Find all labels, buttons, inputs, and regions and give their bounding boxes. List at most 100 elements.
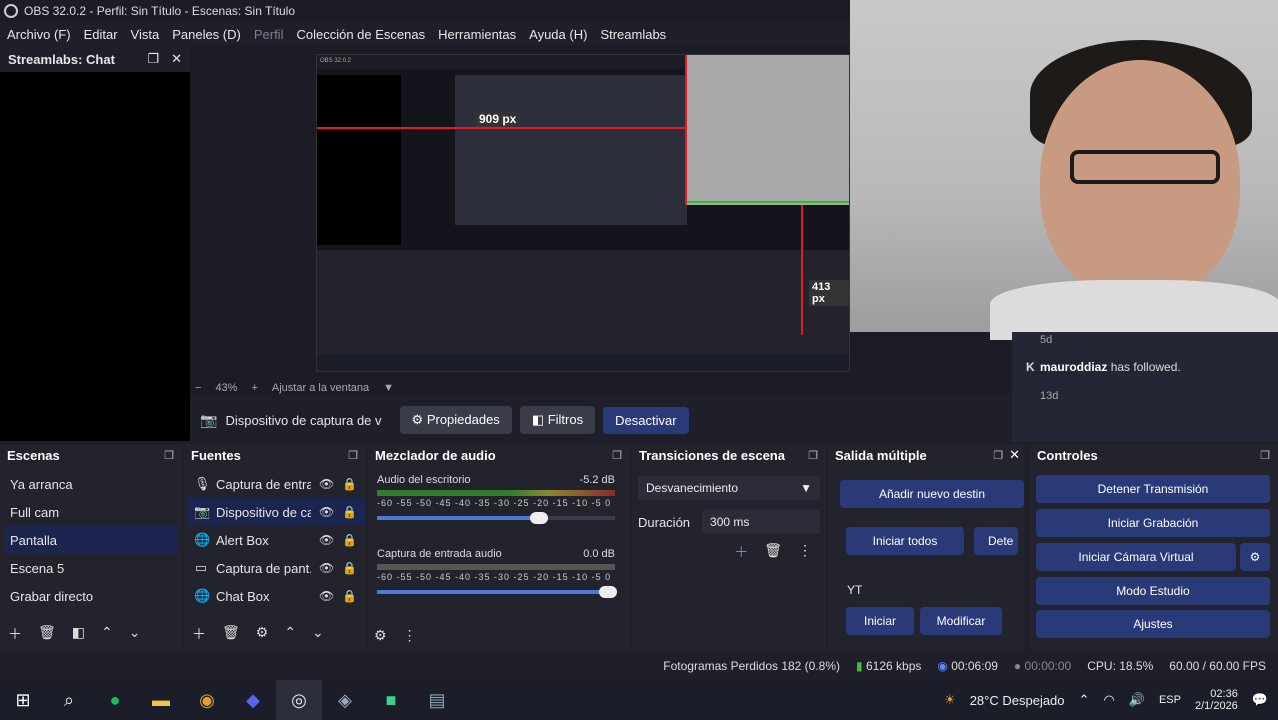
chevron-up-icon[interactable]: ⌃	[284, 624, 296, 644]
app-icon[interactable]: ■	[368, 680, 414, 720]
menu-perfil[interactable]: Perfil	[254, 27, 284, 42]
advanced-audio-icon[interactable]: ⚙	[374, 627, 387, 644]
filters-button[interactable]: ◧ Filtros	[519, 406, 596, 434]
settings-button[interactable]: Ajustes	[1036, 610, 1270, 638]
source-item[interactable]: 🎙 Captura de entra 👁 🔒	[188, 470, 366, 498]
steam-icon[interactable]: ◈	[322, 680, 368, 720]
filter-icon[interactable]: ◧	[72, 624, 85, 644]
properties-label: Propiedades	[426, 412, 500, 427]
eye-icon[interactable]: 👁	[319, 561, 334, 575]
stop-stream-button[interactable]: Detener Transmisión	[1036, 475, 1270, 503]
cpu-usage: CPU: 18.5%	[1087, 659, 1154, 673]
source-item[interactable]: 🌐 Alert Box 👁 🔒	[188, 526, 366, 554]
volume-slider[interactable]	[377, 586, 617, 598]
source-item-selected[interactable]: 📷 Dispositivo de ca 👁 🔒	[188, 498, 366, 526]
float-dock-icon[interactable]: ❐	[993, 449, 1003, 462]
scene-item[interactable]: Grabar directo	[0, 582, 182, 610]
add-icon[interactable]: ＋	[192, 624, 206, 644]
menu-ayuda[interactable]: Ayuda (H)	[529, 27, 587, 42]
start-all-button[interactable]: Iniciar todos	[846, 527, 964, 555]
chevron-down-icon[interactable]: ⌄	[312, 624, 324, 644]
transitions-dock: Transiciones de escena ❐ Desvanecimiento ▼…	[632, 444, 826, 652]
slider-knob[interactable]	[529, 512, 548, 524]
trash-icon[interactable]: 🗑	[38, 624, 56, 644]
gear-icon[interactable]: ⚙	[256, 624, 269, 644]
add-icon[interactable]: ＋	[8, 624, 22, 644]
deactivate-button[interactable]: Desactivar	[603, 406, 689, 434]
chat-time: 13d	[1040, 390, 1059, 402]
lock-icon[interactable]: 🔒	[342, 561, 357, 575]
zoom-in-button[interactable]: +	[251, 382, 257, 394]
duration-input[interactable]: 300 ms	[702, 510, 820, 534]
virtual-camera-settings-button[interactable]: ⚙	[1240, 543, 1270, 571]
more-options-icon[interactable]: ⋮	[798, 542, 812, 562]
target-start-button[interactable]: Iniciar	[846, 607, 914, 635]
menu-coleccion-escenas[interactable]: Colección de Escenas	[296, 27, 425, 42]
trash-icon[interactable]: 🗑	[764, 542, 782, 562]
float-dock-icon[interactable]: ❐	[147, 51, 159, 67]
chrome-icon[interactable]: ◉	[184, 680, 230, 720]
language-indicator[interactable]: ESP	[1159, 694, 1181, 706]
float-dock-icon[interactable]: ❐	[612, 449, 622, 462]
stop-all-button[interactable]: Dete	[974, 527, 1018, 555]
volume-icon[interactable]: 🔊	[1129, 692, 1145, 708]
chevron-up-icon[interactable]: ⌃	[101, 624, 113, 644]
eye-icon[interactable]: 👁	[319, 505, 334, 519]
chevron-down-icon[interactable]: ⌄	[129, 624, 141, 644]
windows-start-icon[interactable]: ⊞	[0, 680, 46, 720]
float-dock-icon[interactable]: ❐	[1260, 449, 1270, 462]
scene-item[interactable]: Ya arranca	[0, 470, 182, 498]
eye-icon[interactable]: 👁	[319, 533, 334, 547]
menu-vista[interactable]: Vista	[131, 27, 160, 42]
scene-item[interactable]: Escena 5	[0, 554, 182, 582]
float-dock-icon[interactable]: ❐	[164, 449, 174, 462]
transition-select[interactable]: Desvanecimiento ▼	[638, 476, 820, 500]
volume-slider[interactable]	[377, 512, 615, 524]
search-icon[interactable]: ⌕	[46, 680, 92, 720]
wifi-icon[interactable]: ◠	[1103, 692, 1114, 708]
notepad-icon[interactable]: ▤	[414, 680, 460, 720]
sources-dock: Fuentes ❐ 🎙 Captura de entra 👁 🔒 📷 Dispositiv…	[184, 444, 366, 652]
discord-icon[interactable]: ◆	[230, 680, 276, 720]
menu-paneles[interactable]: Paneles (D)	[172, 27, 241, 42]
lock-icon[interactable]: 🔒	[342, 533, 357, 547]
menu-streamlabs[interactable]: Streamlabs	[600, 27, 666, 42]
start-virtual-camera-button[interactable]: Iniciar Cámara Virtual	[1036, 543, 1236, 571]
target-modify-button[interactable]: Modificar	[920, 607, 1002, 635]
add-destination-button[interactable]: Añadir nuevo destin	[840, 480, 1024, 508]
close-icon[interactable]: ✕	[171, 51, 182, 67]
zoom-out-button[interactable]: −	[195, 382, 201, 394]
float-dock-icon[interactable]: ❐	[808, 449, 818, 462]
more-options-icon[interactable]: ⋮	[403, 627, 417, 644]
spotify-icon[interactable]: ●	[92, 680, 138, 720]
start-recording-button[interactable]: Iniciar Grabación	[1036, 509, 1270, 537]
trash-icon[interactable]: 🗑	[222, 624, 240, 644]
lock-icon[interactable]: 🔒	[342, 589, 357, 603]
scene-item[interactable]: Full cam	[0, 498, 182, 526]
eye-icon[interactable]: 👁	[319, 589, 334, 603]
source-item[interactable]: 🌐 Chat Box 👁 🔒	[188, 582, 366, 610]
chevron-up-icon[interactable]: ⌃	[1079, 692, 1090, 708]
menu-archivo[interactable]: Archivo (F)	[7, 27, 71, 42]
globe-icon: 🌐	[194, 532, 211, 547]
studio-mode-button[interactable]: Modo Estudio	[1036, 577, 1270, 605]
float-dock-icon[interactable]: ❐	[348, 449, 358, 462]
scene-item-selected[interactable]: Pantalla	[5, 526, 177, 554]
source-item[interactable]: ▭ Captura de pant. 👁 🔒	[188, 554, 366, 582]
menu-herramientas[interactable]: Herramientas	[438, 27, 516, 42]
close-icon[interactable]: ✕	[1009, 447, 1020, 463]
notifications-icon[interactable]: 💬	[1252, 692, 1268, 708]
add-icon[interactable]: ＋	[734, 542, 748, 562]
weather-text[interactable]: 28°C Despejado	[970, 693, 1065, 708]
clock[interactable]: 02:36 2/1/2026	[1195, 688, 1238, 712]
lock-icon[interactable]: 🔒	[342, 477, 357, 491]
obs-icon[interactable]: ◎	[276, 680, 322, 720]
file-explorer-icon[interactable]: ▬	[138, 680, 184, 720]
menu-editar[interactable]: Editar	[84, 27, 118, 42]
slider-knob[interactable]	[598, 586, 617, 598]
chevron-down-icon[interactable]: ▼	[383, 382, 394, 394]
volume-meter	[377, 564, 615, 570]
properties-button[interactable]: ⚙ Propiedades	[399, 406, 512, 434]
lock-icon[interactable]: 🔒	[342, 505, 357, 519]
eye-icon[interactable]: 👁	[319, 477, 334, 491]
